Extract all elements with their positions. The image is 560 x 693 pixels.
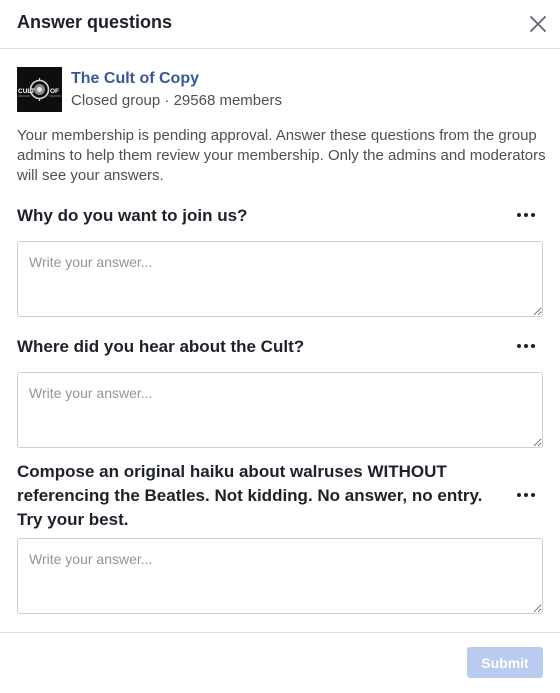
dialog-header: Answer questions bbox=[0, 0, 560, 49]
pending-approval-message: Your membership is pending approval. Ans… bbox=[17, 127, 546, 184]
answer-field-1[interactable] bbox=[17, 241, 543, 317]
more-dot bbox=[524, 344, 528, 348]
answer-questions-dialog: Answer questions CULT OF The Cult of Cop… bbox=[0, 0, 560, 693]
dialog-footer: Submit bbox=[0, 632, 560, 693]
more-dot bbox=[524, 213, 528, 217]
logo-text-left: CULT bbox=[18, 88, 35, 95]
group-member-count: 29568 members bbox=[173, 92, 282, 109]
question-3: Compose an original haiku about walruses… bbox=[17, 462, 483, 529]
more-options-icon bbox=[517, 213, 521, 217]
more-options-icon bbox=[517, 493, 521, 497]
more-dot bbox=[531, 213, 535, 217]
logo-text-right: OF bbox=[50, 88, 59, 95]
more-dot bbox=[524, 493, 528, 497]
question-1-more-button[interactable] bbox=[515, 208, 537, 222]
group-name-link[interactable]: The Cult of Copy bbox=[71, 70, 199, 88]
question-3-more-button[interactable] bbox=[515, 488, 537, 502]
dialog-title: Answer questions bbox=[17, 12, 173, 32]
group-logo[interactable]: CULT OF bbox=[17, 67, 62, 112]
group-meta: Closed group · 29568 members bbox=[71, 92, 282, 109]
more-dot bbox=[531, 493, 535, 497]
close-icon bbox=[530, 16, 546, 32]
close-button[interactable] bbox=[527, 13, 549, 35]
question-1: Why do you want to join us? bbox=[17, 206, 248, 225]
answer-field-2[interactable] bbox=[17, 372, 543, 448]
submit-button[interactable]: Submit bbox=[467, 647, 543, 678]
more-options-icon bbox=[517, 344, 521, 348]
question-2-more-button[interactable] bbox=[515, 339, 537, 353]
answer-field-3[interactable] bbox=[17, 538, 543, 614]
group-privacy: Closed group bbox=[71, 92, 161, 109]
meta-separator: · bbox=[164, 92, 170, 109]
question-2: Where did you hear about the Cult? bbox=[17, 337, 305, 356]
more-dot bbox=[531, 344, 535, 348]
cult-logo-icon: CULT OF bbox=[17, 67, 62, 112]
